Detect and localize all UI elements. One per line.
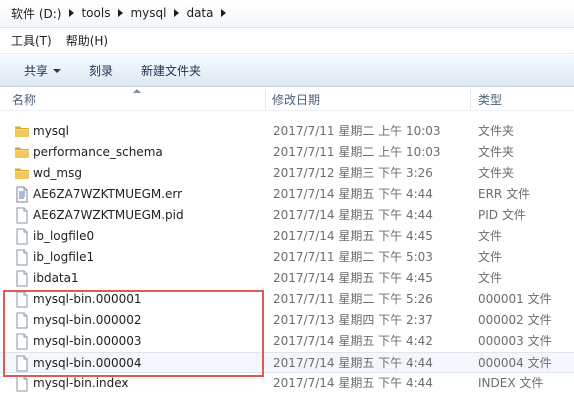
file-name: mysql-bin.index [33,376,129,390]
file-type: 文件夹 [478,124,515,138]
file-name: ibdata1 [33,271,79,285]
file-icon [14,228,30,245]
new-folder-label: 新建文件夹 [141,64,202,78]
column-type-label: 类型 [478,93,503,107]
address-bar[interactable]: 软件 (D:) tools mysql data [0,0,574,28]
file-modified-date: 2017/7/11 星期二 下午 5:03 [273,250,433,264]
file-row[interactable]: mysql-bin.000004 2017/7/14 星期五 下午 4:44 000… [0,352,574,373]
file-type: 000002 文件 [478,313,552,327]
file-name: wd_msg [33,166,82,180]
file-row[interactable]: AE6ZA7WZKTMUEGM.pid 2017/7/14 星期五 下午 4:44… [0,205,574,226]
file-name: mysql-bin.000004 [33,356,142,370]
file-icon [14,270,30,287]
file-modified-date: 2017/7/14 星期五 下午 4:44 [273,356,433,370]
share-label: 共享 [24,64,49,78]
file-row[interactable]: ib_logfile1 2017/7/11 星期二 下午 5:03 文件 [0,247,574,268]
file-modified-date: 2017/7/11 星期二 下午 5:26 [273,292,433,306]
chevron-right-icon[interactable] [169,2,183,24]
column-name-label: 名称 [12,93,37,107]
file-row[interactable]: ibdata1 2017/7/14 星期五 下午 4:45 文件 [0,268,574,289]
menu-tools[interactable]: 工具(T) [6,29,57,52]
file-row[interactable]: mysql 2017/7/11 星期二 上午 10:03 文件夹 [0,121,574,142]
column-date-label: 修改日期 [272,93,321,107]
file-list: mysql 2017/7/11 星期二 上午 10:03 文件夹 performanc… [0,121,574,394]
breadcrumb-tools[interactable]: tools [78,2,113,24]
column-name[interactable]: 名称 [12,88,36,111]
breadcrumb-drive[interactable]: 软件 (D:) [8,2,64,24]
menu-bar: 工具(T) 帮助(H) [0,28,574,54]
file-icon [14,207,30,224]
breadcrumb-data[interactable]: data [183,2,216,24]
file-name: performance_schema [33,145,163,159]
text-file-icon [14,186,30,203]
file-row[interactable]: AE6ZA7WZKTMUEGM.err 2017/7/14 星期五 下午 4:44… [0,184,574,205]
file-row[interactable]: mysql-bin.000002 2017/7/13 星期四 下午 2:37 000… [0,310,574,331]
file-icon [14,312,30,329]
file-type: 文件夹 [478,145,515,159]
chevron-right-icon[interactable] [64,2,78,24]
file-type: 000004 文件 [478,356,552,370]
sort-ascending-icon [133,89,141,93]
file-row[interactable]: ib_logfile0 2017/7/14 星期五 下午 4:45 文件 [0,226,574,247]
breadcrumb: 软件 (D:) tools mysql data [0,2,230,24]
chevron-right-icon[interactable] [216,2,230,24]
file-modified-date: 2017/7/11 星期二 上午 10:03 [273,145,441,159]
column-type[interactable]: 类型 [478,88,502,111]
file-type: 文件 [478,271,503,285]
file-name: ib_logfile1 [33,250,95,264]
file-modified-date: 2017/7/14 星期五 下午 4:42 [273,334,433,348]
file-type: ERR 文件 [478,187,531,201]
chevron-right-icon[interactable] [113,2,127,24]
file-icon [14,333,30,350]
share-button[interactable]: 共享 [16,58,69,83]
file-type: PID 文件 [478,208,526,222]
folder-icon [14,165,30,182]
folder-icon [14,144,30,161]
file-icon [14,375,30,392]
file-row[interactable]: wd_msg 2017/7/12 星期三 下午 3:26 文件夹 [0,163,574,184]
file-modified-date: 2017/7/11 星期二 上午 10:03 [273,124,441,138]
file-modified-date: 2017/7/14 星期五 下午 4:44 [273,187,433,201]
file-modified-date: 2017/7/14 星期五 下午 4:45 [273,229,433,243]
file-row[interactable]: mysql-bin.000003 2017/7/14 星期五 下午 4:42 000… [0,331,574,352]
file-name: mysql-bin.000001 [33,292,142,306]
file-type: 文件 [478,229,503,243]
file-name: mysql [33,124,69,138]
folder-icon [14,123,30,140]
file-name: AE6ZA7WZKTMUEGM.err [33,187,183,201]
breadcrumb-mysql[interactable]: mysql [127,2,169,24]
file-type: 000003 文件 [478,334,552,348]
command-bar: 共享 刻录 新建文件夹 [0,55,574,87]
file-modified-date: 2017/7/14 星期五 下午 4:45 [273,271,433,285]
burn-button[interactable]: 刻录 [81,58,121,83]
file-name: ib_logfile0 [33,229,95,243]
file-modified-date: 2017/7/12 星期三 下午 3:26 [273,166,433,180]
file-type: 000001 文件 [478,292,552,306]
file-name: mysql-bin.000002 [33,313,142,327]
file-icon [14,249,30,266]
file-modified-date: 2017/7/14 星期五 下午 4:44 [273,376,433,390]
file-type: 文件 [478,250,503,264]
column-divider[interactable] [265,90,266,109]
dropdown-arrow-icon [53,68,62,73]
column-divider[interactable] [470,90,471,109]
file-modified-date: 2017/7/13 星期四 下午 2:37 [273,313,433,327]
menu-help[interactable]: 帮助(H) [61,29,113,52]
new-folder-button[interactable]: 新建文件夹 [133,58,209,83]
file-type: INDEX 文件 [478,376,544,390]
file-row[interactable]: performance_schema 2017/7/11 星期二 上午 10:03… [0,142,574,163]
file-row[interactable]: mysql-bin.index 2017/7/14 星期五 下午 4:44 INDE… [0,373,574,394]
file-icon [14,355,30,372]
file-type: 文件夹 [478,166,515,180]
file-name: mysql-bin.000003 [33,334,142,348]
file-icon [14,291,30,308]
column-date[interactable]: 修改日期 [272,88,320,111]
file-name: AE6ZA7WZKTMUEGM.pid [33,208,184,222]
column-header: 名称 修改日期 类型 [0,88,574,111]
file-row[interactable]: mysql-bin.000001 2017/7/11 星期二 下午 5:26 000… [0,289,574,310]
file-modified-date: 2017/7/14 星期五 下午 4:44 [273,208,433,222]
burn-label: 刻录 [89,64,114,78]
